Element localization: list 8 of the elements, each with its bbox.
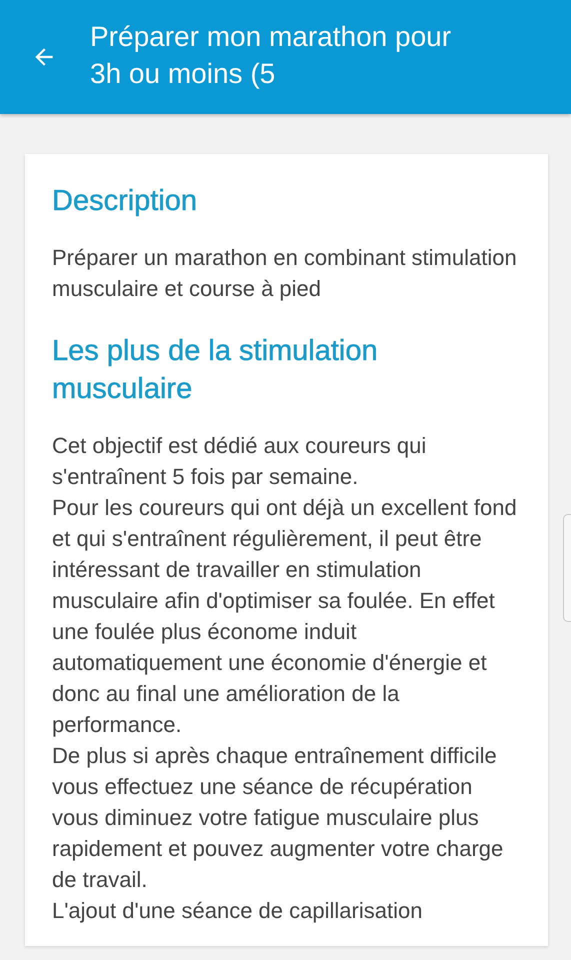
paragraph: Préparer un marathon en combinant stimulation musculaire et course à pied bbox=[52, 244, 518, 303]
paragraph: Cet objectif est dédié aux coureurs qui s'entraînent 5 fois par semaine. bbox=[52, 432, 428, 491]
section-heading: Les plus de la stimulation musculaire bbox=[52, 334, 379, 407]
paragraph: L'ajout d'une séance de capillarisation bbox=[52, 897, 424, 925]
paragraph: Pour les coureurs qui ont déjà un excellent fond et qui s'entraînent régulièrement, il peut être intéressant de travailler en stimulation musculaire afin d'optimiser sa foulée. En effet une foulée plus économe induit automatiquement une économie d'énergie et donc au final une amélioration de la performance. bbox=[52, 494, 518, 739]
page-title: Préparer mon marathon pour 3h ou moins (5 bbox=[90, 20, 452, 91]
section-heading: Description bbox=[52, 184, 198, 219]
paragraph: De plus si après chaque entraînement difficile vous effectuez une séance de récupération vous diminuez votre fatigue musculaire plus rapidement et pouvez augmenter votre charge de travail. bbox=[52, 742, 504, 894]
